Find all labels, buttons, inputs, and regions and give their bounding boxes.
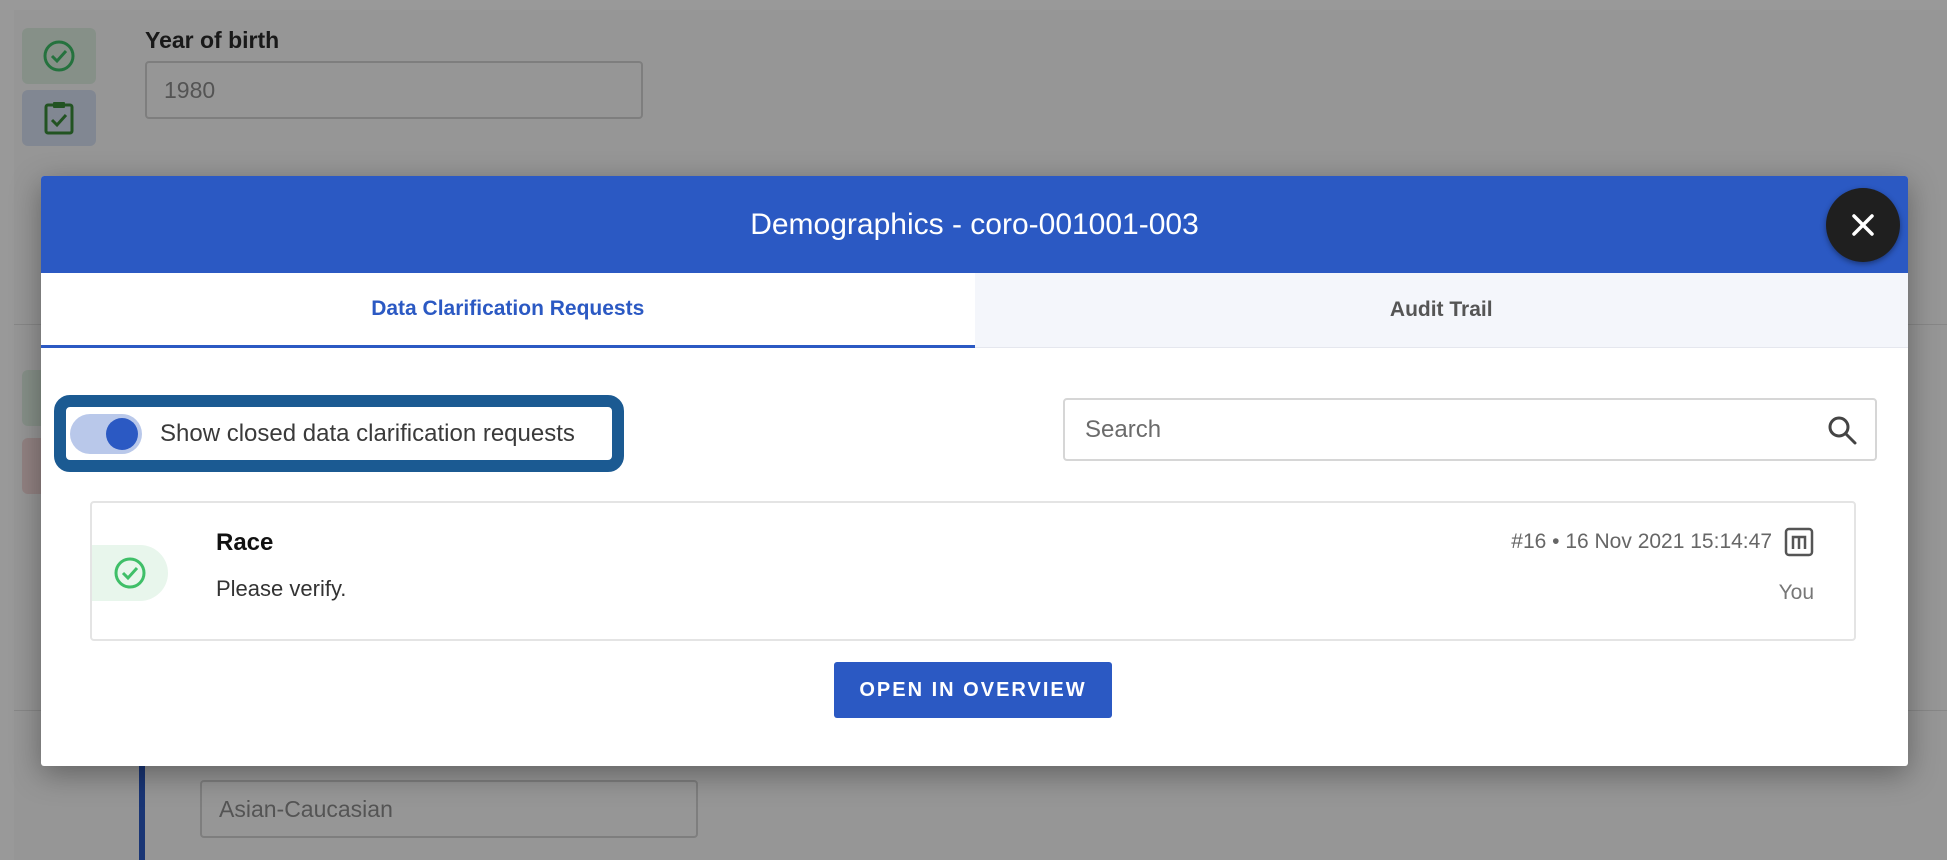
tab-audit-trail[interactable]: Audit Trail bbox=[974, 273, 1908, 348]
search-icon[interactable] bbox=[1827, 415, 1857, 445]
dcr-id-timestamp: #16 • 16 Nov 2021 15:14:47 bbox=[1511, 530, 1772, 553]
search-input[interactable] bbox=[1083, 414, 1827, 445]
tab-data-clarification-requests[interactable]: Data Clarification Requests bbox=[41, 273, 975, 348]
check-circle-icon bbox=[114, 557, 146, 589]
dcr-author: You bbox=[1778, 581, 1814, 604]
close-icon bbox=[1852, 214, 1874, 236]
search-field bbox=[1063, 398, 1877, 461]
modal-tabs: Data Clarification Requests Audit Trail bbox=[41, 273, 1908, 348]
dcr-title: Race bbox=[216, 529, 274, 556]
dcr-message: Please verify. bbox=[216, 576, 347, 601]
close-modal-button[interactable] bbox=[1826, 188, 1900, 262]
open-in-overview-button[interactable]: OPEN IN OVERVIEW bbox=[834, 662, 1112, 718]
modal-title: Demographics - coro-001001-003 bbox=[41, 176, 1908, 273]
show-closed-toggle-label: Show closed data clarification requests bbox=[160, 419, 575, 447]
toggle-knob bbox=[106, 417, 138, 450]
dcr-modal: Demographics - coro-001001-003 Data Clar… bbox=[41, 176, 1908, 766]
dcr-meta: #16 • 16 Nov 2021 15:14:47 bbox=[1511, 527, 1814, 557]
show-closed-toggle[interactable] bbox=[70, 413, 142, 454]
dcr-list-item[interactable]: Race Please verify. #16 • 16 Nov 2021 15… bbox=[90, 501, 1856, 641]
m-square-icon bbox=[1784, 527, 1814, 557]
show-closed-toggle-container: Show closed data clarification requests bbox=[54, 395, 624, 472]
dcr-status-indicator bbox=[92, 545, 168, 601]
